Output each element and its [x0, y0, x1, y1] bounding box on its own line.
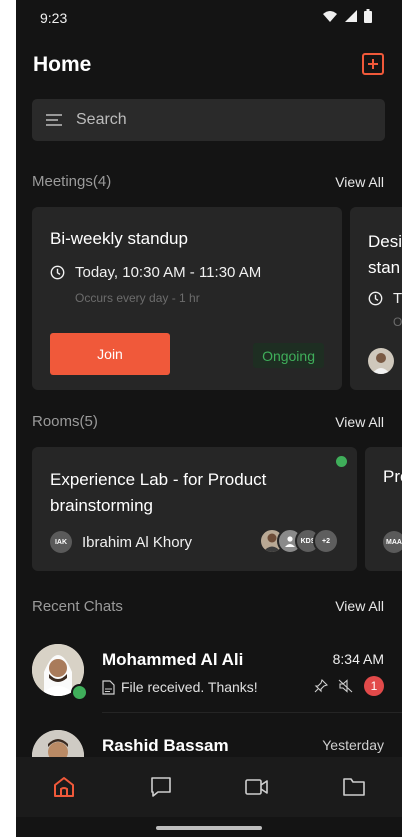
online-status-indicator — [71, 684, 88, 701]
chat-contact-name: Mohammed Al Ali — [102, 650, 244, 669]
owner-avatar-partial: MAA — [383, 531, 402, 553]
chat-contact-name: Rashid Bassam — [102, 736, 229, 755]
meeting-title-line1: Desi — [368, 232, 402, 251]
mute-icon — [338, 679, 353, 693]
meeting-time-row: Today, 10:30 AM - 11:30 AM — [50, 264, 261, 281]
video-icon — [245, 779, 269, 795]
meeting-recurrence: Occurs every day - 1 hr — [75, 291, 200, 305]
meeting-card-partial[interactable]: Desi stan T O — [350, 207, 402, 390]
room-title-partial: Proc — [383, 467, 402, 486]
participant-avatar — [368, 348, 394, 374]
chat-meta: 1 — [314, 676, 384, 696]
nav-files[interactable] — [334, 767, 374, 807]
search-input[interactable] — [74, 110, 358, 130]
folder-icon — [342, 778, 365, 796]
chat-list-item[interactable]: Mohammed Al Ali 8:34 AM File received. T… — [32, 644, 386, 716]
chat-last-message: File received. Thanks! — [121, 679, 258, 695]
meetings-section-title: Meetings(4) — [32, 173, 111, 190]
menu-icon — [46, 114, 62, 126]
more-members-count: +2 — [313, 528, 339, 554]
status-time: 9:23 — [40, 10, 68, 26]
file-icon — [102, 679, 115, 695]
room-members[interactable]: KDS +2 — [259, 528, 339, 554]
rooms-view-all-link[interactable]: View All — [335, 414, 384, 430]
home-icon — [54, 777, 75, 797]
nav-meetings[interactable] — [237, 767, 277, 807]
bottom-navigation — [16, 757, 402, 817]
signal-icon — [345, 10, 357, 22]
owner-avatar: IAK — [50, 531, 72, 553]
nav-chats[interactable] — [141, 767, 181, 807]
new-item-button[interactable] — [362, 53, 384, 75]
chat-divider — [102, 712, 402, 713]
meeting-time: Today, 10:30 AM - 11:30 AM — [75, 264, 262, 281]
room-title: Experience Lab - for Product brainstormi… — [50, 470, 267, 515]
home-indicator — [156, 826, 262, 830]
recent-chats-section-title: Recent Chats — [32, 598, 123, 615]
rooms-label: Rooms — [32, 413, 80, 430]
nav-home[interactable] — [44, 767, 84, 807]
pin-icon — [314, 679, 328, 693]
unread-count-badge: 1 — [364, 676, 384, 696]
meetings-view-all-link[interactable]: View All — [335, 174, 384, 190]
clock-icon — [50, 265, 65, 280]
meetings-label: Meetings — [32, 173, 93, 190]
battery-icon — [364, 9, 372, 23]
plus-icon — [368, 59, 378, 69]
status-icons — [322, 9, 372, 23]
meeting-time-partial: T — [393, 290, 402, 307]
wifi-icon — [323, 10, 337, 22]
rooms-count: (5) — [79, 413, 98, 430]
meeting-title-partial: Desi stan — [368, 229, 402, 281]
status-badge: Ongoing — [253, 343, 324, 368]
owner-name: Ibrahim Al Khory — [82, 533, 193, 551]
rooms-section-title: Rooms(5) — [32, 413, 98, 430]
join-button[interactable]: Join — [50, 333, 170, 375]
meetings-count: (4) — [92, 173, 112, 190]
chat-timestamp: Yesterday — [322, 737, 384, 753]
status-bar: 9:23 — [16, 0, 402, 36]
meeting-title-line2: stan — [368, 258, 401, 277]
meeting-title: Bi-weekly standup — [50, 229, 188, 248]
room-owner: IAK Ibrahim Al Khory — [50, 531, 192, 553]
clock-icon — [368, 291, 383, 306]
chat-preview-row: File received. Thanks! — [102, 679, 258, 695]
room-card-partial[interactable]: Proc MAA — [365, 447, 402, 571]
meeting-card[interactable]: Bi-weekly standup Today, 10:30 AM - 11:3… — [32, 207, 342, 390]
chats-view-all-link[interactable]: View All — [335, 598, 384, 614]
chat-icon — [150, 777, 171, 797]
page-title: Home — [33, 53, 92, 76]
room-card[interactable]: Experience Lab - for Product brainstormi… — [32, 447, 357, 571]
chat-timestamp: 8:34 AM — [332, 651, 384, 667]
meeting-recurrence-partial: O — [393, 315, 402, 329]
search-bar[interactable] — [32, 99, 385, 141]
room-active-indicator — [336, 456, 347, 467]
home-screen: 9:23 Home Meetings(4) View All — [16, 0, 402, 837]
